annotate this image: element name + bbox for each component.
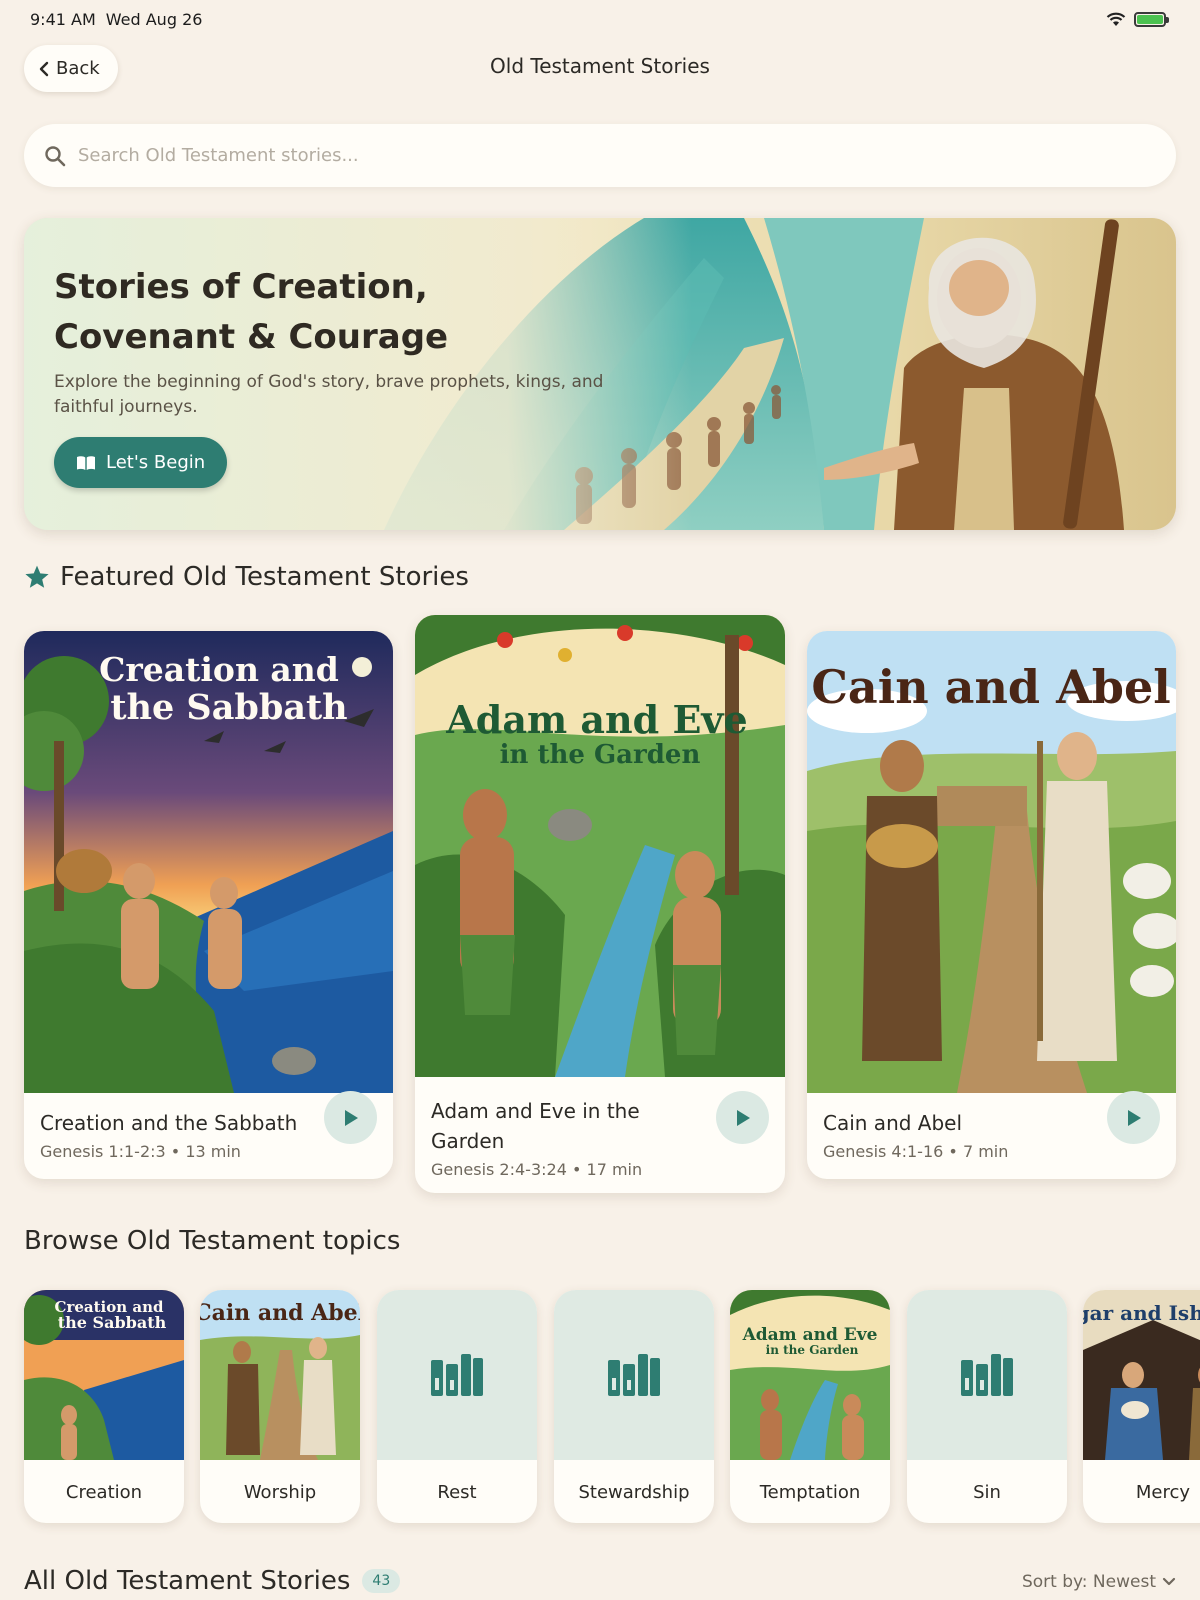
story-duration: 7 min xyxy=(962,1142,1009,1161)
topic-card-sin[interactable]: Sin xyxy=(907,1290,1067,1523)
svg-text:Creation and: Creation and xyxy=(99,650,339,689)
books-icon xyxy=(431,1354,483,1396)
meta-dot: • xyxy=(948,1142,963,1161)
play-icon xyxy=(736,1109,750,1126)
hero-title: Stories of Creation, Covenant & Courage xyxy=(54,267,449,357)
story-title: Adam and Eve in the Garden xyxy=(431,1099,640,1153)
story-meta: Genesis 4:1-16 • 7 min xyxy=(823,1142,1093,1161)
topic-card-mercy[interactable]: Hagar and Ishmael Mercy xyxy=(1083,1290,1200,1523)
all-stories-header: All Old Testament Stories 43 xyxy=(24,1566,401,1596)
lets-begin-label: Let's Begin xyxy=(106,452,206,473)
topic-label: Creation xyxy=(65,1482,143,1503)
story-reference: Genesis 2:4-3:24 xyxy=(431,1160,567,1179)
topic-art-temptation: Adam and Eve in the Garden xyxy=(730,1290,890,1460)
topic-art-placeholder xyxy=(907,1290,1067,1460)
story-meta: Genesis 2:4-3:24 • 17 min xyxy=(431,1160,651,1179)
search-bar[interactable] xyxy=(24,124,1176,187)
topic-label: Worship xyxy=(243,1482,317,1503)
play-button[interactable] xyxy=(324,1091,377,1144)
topics-title: Browse Old Testament topics xyxy=(24,1226,401,1256)
status-date: Wed Aug 26 xyxy=(105,9,203,29)
chevron-down-icon xyxy=(1162,1577,1176,1586)
story-info: Cain and Abel Genesis 4:1-16 • 7 min xyxy=(823,1108,1093,1161)
story-title: Creation and the Sabbath xyxy=(40,1111,298,1135)
topic-card-rest[interactable]: Rest xyxy=(377,1290,537,1523)
abel-figure xyxy=(1037,732,1117,1061)
svg-text:Adam and Eve: Adam and Eve xyxy=(742,1325,878,1345)
story-duration: 17 min xyxy=(586,1160,643,1179)
svg-text:the Sabbath: the Sabbath xyxy=(110,687,347,728)
story-info: Adam and Eve in the Garden Genesis 2:4-3… xyxy=(431,1096,651,1179)
page: 9:41 AM Wed Aug 26 Back Old Testament St… xyxy=(0,0,1200,1600)
story-cover-creation: Creation and the Sabbath xyxy=(24,631,393,1093)
topic-card-worship[interactable]: Cain and Abel Worship xyxy=(200,1290,360,1523)
topic-label: Stewardship xyxy=(578,1482,690,1503)
hero-subtitle: Explore the beginning of God's story, br… xyxy=(54,372,604,417)
story-cover-cain-and-abel: Cain and Abel xyxy=(807,631,1176,1093)
svg-text:Cain and Abel: Cain and Abel xyxy=(200,1300,360,1326)
topic-art-worship: Cain and Abel xyxy=(200,1290,360,1460)
topic-art-placeholder xyxy=(377,1290,537,1460)
topic-card-creation[interactable]: Creation and the Sabbath Creation xyxy=(24,1290,184,1523)
meta-dot: • xyxy=(571,1160,587,1179)
search-input[interactable] xyxy=(78,145,1078,166)
books-icon xyxy=(608,1354,660,1396)
featured-header: Featured Old Testament Stories xyxy=(24,562,469,592)
story-card-cain-and-abel[interactable]: Cain and Abel Cain and Abel Genesis 4:1-… xyxy=(807,631,1176,1179)
topic-art-creation: Creation and the Sabbath xyxy=(24,1290,184,1460)
svg-text:the Sabbath: the Sabbath xyxy=(58,1313,167,1332)
topic-label: Mercy xyxy=(1135,1482,1191,1503)
sort-label: Sort by: Newest xyxy=(1021,1572,1156,1592)
story-meta: Genesis 1:1-2:3 • 13 min xyxy=(40,1142,310,1161)
featured-title: Featured Old Testament Stories xyxy=(60,562,469,592)
lets-begin-button[interactable]: Let's Begin xyxy=(54,437,228,488)
story-info: Creation and the Sabbath Genesis 1:1-2:3… xyxy=(40,1108,310,1161)
svg-text:in the Garden: in the Garden xyxy=(500,740,701,770)
topic-art-mercy: Hagar and Ishmael xyxy=(1083,1290,1200,1460)
open-book-icon xyxy=(77,455,95,470)
search-icon xyxy=(45,145,66,166)
svg-text:Hagar and Ishmael: Hagar and Ishmael xyxy=(1083,1301,1200,1325)
topic-label: Sin xyxy=(973,1482,1001,1503)
svg-text:Adam and Eve: Adam and Eve xyxy=(445,697,747,742)
hero-banner: Stories of Creation, Covenant & Courage … xyxy=(24,218,1176,530)
story-reference: Genesis 4:1-16 xyxy=(823,1142,944,1161)
play-button[interactable] xyxy=(716,1091,769,1144)
story-reference: Genesis 1:1-2:3 xyxy=(40,1142,166,1161)
play-button[interactable] xyxy=(1107,1091,1160,1144)
status-time: 9:41 AM xyxy=(30,9,96,29)
topic-card-temptation[interactable]: Adam and Eve in the Garden Temptation xyxy=(730,1290,890,1523)
status-bar: 9:41 AM Wed Aug 26 xyxy=(30,8,1169,30)
topic-label: Temptation xyxy=(759,1482,861,1503)
battery-icon xyxy=(1134,11,1169,27)
all-stories-title: All Old Testament Stories xyxy=(24,1566,351,1596)
story-cover-adam-and-eve: Adam and Eve in the Garden xyxy=(415,615,785,1077)
wifi-icon xyxy=(1106,12,1126,26)
story-card-creation[interactable]: Creation and the Sabbath Creation and th… xyxy=(24,631,393,1179)
topic-card-stewardship[interactable]: Stewardship xyxy=(554,1290,714,1523)
page-title: Old Testament Stories xyxy=(490,54,710,78)
svg-text:in the Garden: in the Garden xyxy=(766,1343,859,1357)
books-icon xyxy=(961,1354,1013,1396)
topic-label: Rest xyxy=(437,1482,477,1503)
meta-dot: • xyxy=(170,1142,186,1161)
play-icon xyxy=(344,1109,358,1126)
sort-dropdown[interactable]: Sort by: Newest xyxy=(1022,1572,1176,1592)
topic-art-placeholder xyxy=(554,1290,714,1460)
play-icon xyxy=(1127,1109,1141,1126)
star-icon xyxy=(25,565,49,588)
story-duration: 13 min xyxy=(185,1142,241,1161)
story-card-adam-and-eve[interactable]: Adam and Eve in the Garden Adam and Eve … xyxy=(415,615,785,1193)
story-count-badge: 43 xyxy=(362,1569,401,1593)
story-title: Cain and Abel xyxy=(823,1111,963,1135)
svg-text:Cain and Abel: Cain and Abel xyxy=(811,660,1170,714)
